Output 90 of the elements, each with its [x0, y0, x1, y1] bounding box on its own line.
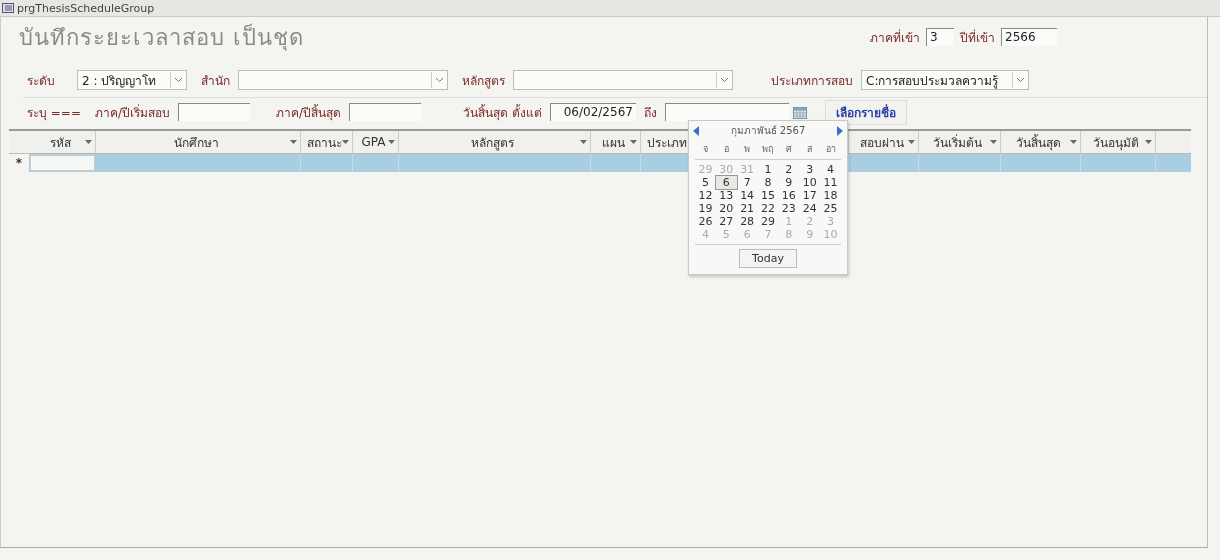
- calendar-day[interactable]: 1: [757, 163, 779, 176]
- dropdown-field[interactable]: 2 : ปริญญาโท: [77, 70, 187, 90]
- field-label: สำนัก: [201, 72, 230, 90]
- calendar-day[interactable]: 6: [715, 176, 737, 189]
- calendar-day[interactable]: 28: [736, 215, 758, 228]
- field-label: หลักสูตร: [462, 72, 505, 90]
- column-header[interactable]: วันอนุมัติ: [1081, 131, 1156, 153]
- previous-month-icon[interactable]: [693, 125, 700, 136]
- dropdown-field[interactable]: [513, 70, 733, 90]
- weekday-label: พฤ: [761, 143, 775, 156]
- input-field[interactable]: [178, 103, 251, 121]
- column-header[interactable]: นักศึกษา: [96, 131, 301, 153]
- field-label: ถึง: [643, 104, 657, 122]
- calendar-day[interactable]: 8: [757, 176, 779, 189]
- calendar-day[interactable]: 18: [820, 189, 841, 202]
- field-label: ภาค/ปีสิ้นสุด: [276, 103, 342, 122]
- calendar-icon[interactable]: [792, 106, 807, 119]
- weekday-label: ศ: [784, 143, 793, 156]
- caret-icon[interactable]: [1145, 140, 1152, 144]
- caret-icon[interactable]: [434, 77, 444, 83]
- calendar-day[interactable]: 3: [799, 163, 821, 176]
- weekday-label: อา: [824, 143, 837, 156]
- caret-icon[interactable]: [630, 140, 637, 144]
- weekday-label: ส: [806, 143, 814, 156]
- field-label: ภาค/ปีเริ่มสอบ: [95, 103, 171, 122]
- caret-icon[interactable]: [342, 140, 349, 144]
- next-month-icon[interactable]: [836, 125, 843, 136]
- caret-icon[interactable]: [1015, 77, 1025, 83]
- field-label: ประเภทการสอบ: [771, 72, 853, 90]
- calendar-day[interactable]: 9: [778, 176, 800, 189]
- calendar-day[interactable]: 15: [757, 189, 779, 202]
- form-title: บันทึกระยะเวลาสอบ เป็นชุด: [19, 22, 304, 53]
- calendar-day[interactable]: 7: [736, 176, 758, 189]
- calendar-day[interactable]: 20: [715, 202, 737, 215]
- weekday-label: อ: [722, 143, 730, 156]
- column-header[interactable]: วันเริ่มต้น: [919, 131, 1001, 153]
- column-header[interactable]: สถานะ: [301, 131, 353, 153]
- calendar-day[interactable]: 29: [757, 215, 779, 228]
- column-header[interactable]: รหัส: [29, 131, 96, 153]
- field-label: ระบุ ===: [27, 104, 81, 122]
- dropdown-field[interactable]: [238, 70, 448, 90]
- column-header[interactable]: GPA: [353, 131, 399, 153]
- caret-icon[interactable]: [290, 140, 297, 144]
- caret-icon[interactable]: [719, 77, 729, 83]
- caret-icon[interactable]: [388, 140, 395, 144]
- calendar-day[interactable]: 17: [799, 189, 821, 202]
- caret-icon[interactable]: [908, 140, 915, 144]
- select-names-button[interactable]: เลือกรายชื่อ: [824, 99, 907, 125]
- column-header[interactable]: สอบผ่าน: [849, 131, 919, 153]
- window-title: prgThesisScheduleGroup: [17, 1, 155, 15]
- field-label: ภาคที่เข้า: [870, 28, 920, 47]
- input-field[interactable]: [349, 103, 422, 121]
- calendar-day[interactable]: 26: [695, 215, 716, 228]
- dropdown-field[interactable]: C:การสอบประมวลความรู้: [861, 70, 1029, 90]
- input-field[interactable]: 2566: [1001, 28, 1057, 46]
- calendar-day[interactable]: 24: [799, 202, 821, 215]
- calendar-day[interactable]: 2: [778, 163, 800, 176]
- field-label: วันสิ้นสุด ตั้งแต่: [463, 103, 542, 122]
- caret-icon[interactable]: [1070, 140, 1077, 144]
- weekday-label: พ: [743, 143, 752, 156]
- calendar-day[interactable]: 23: [778, 202, 800, 215]
- column-header[interactable]: หลักสูตร: [399, 131, 591, 153]
- input-field[interactable]: 06/02/2567: [549, 103, 636, 121]
- caret-icon[interactable]: [580, 140, 587, 144]
- input-field[interactable]: 3: [926, 28, 954, 46]
- new-record-marker: *: [9, 154, 29, 172]
- calendar-day[interactable]: 16: [778, 189, 800, 202]
- calendar-day[interactable]: 4: [820, 163, 841, 176]
- caret-icon[interactable]: [990, 140, 997, 144]
- caret-icon[interactable]: [85, 140, 92, 144]
- table-cell[interactable]: [30, 155, 95, 171]
- caret-icon[interactable]: [173, 77, 183, 83]
- calendar-day[interactable]: 13: [715, 189, 737, 202]
- calendar-day[interactable]: 25: [820, 202, 841, 215]
- today-button[interactable]: Today: [739, 249, 797, 268]
- calendar-day[interactable]: 22: [757, 202, 779, 215]
- field-label: ระดับ: [27, 72, 55, 90]
- calendar-day[interactable]: 27: [715, 215, 737, 228]
- calendar-day[interactable]: 21: [736, 202, 758, 215]
- calendar-month: กุมภาพันธ์ 2567: [730, 124, 806, 138]
- column-header[interactable]: วันสิ้นสุด: [1001, 131, 1081, 153]
- calendar-day[interactable]: 5: [695, 176, 716, 189]
- calendar-day[interactable]: 19: [695, 202, 716, 215]
- calendar-day[interactable]: 12: [695, 189, 716, 202]
- calendar-day[interactable]: 14: [736, 189, 758, 202]
- field-label: ปีที่เข้า: [960, 28, 995, 47]
- calendar-day[interactable]: 10: [799, 176, 821, 189]
- column-header[interactable]: แผน: [591, 131, 641, 153]
- calendar-day[interactable]: 11: [820, 176, 841, 189]
- weekday-label: จ: [701, 143, 709, 156]
